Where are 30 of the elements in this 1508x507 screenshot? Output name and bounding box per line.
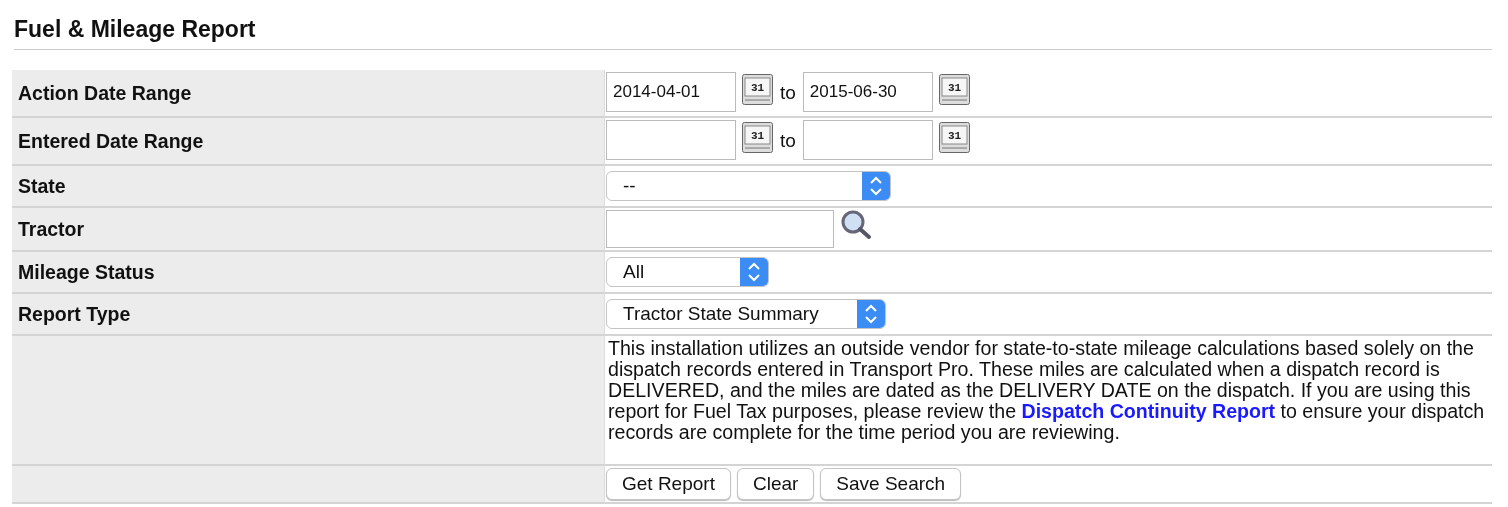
date-field[interactable] [606,120,736,160]
calendar-icon[interactable]: 31 [742,122,773,153]
field-label: State [12,166,604,208]
field-label: Tractor [12,208,604,252]
page-title: Fuel & Mileage Report [14,12,1492,50]
action-button[interactable]: Clear [736,468,815,500]
dropdown[interactable]: All [606,257,769,287]
range-separator: to [780,82,796,104]
tractor-field[interactable] [606,210,834,248]
search-icon[interactable] [840,210,872,240]
action-button[interactable]: Get Report [606,468,731,500]
field-label: Mileage Status [12,252,604,294]
date-field[interactable] [802,120,933,160]
stepper-icon [740,258,768,286]
calendar-icon[interactable]: 31 [742,74,773,105]
dropdown[interactable]: Tractor State Summary [606,299,886,329]
stepper-icon [862,172,890,200]
calendar-icon[interactable]: 31 [938,74,970,105]
dropdown[interactable]: -- [606,171,891,201]
info-paragraph: This installation utilizes an outside vendor for state-to-state mileage calculations based solely on the dispatch records entered in Transport Pro. These miles are calculated when a dispatch record is DELIVERED, and the miles are dated as the DELIVERY DATE on the dispatch. If you are using this report for Fuel Tax purposes, please review the Dispatch Continuity Report to ensure your dispatch records are complete for the time period you are reviewing. [607,338,1486,443]
date-field[interactable]: 2014-04-01 [606,72,736,112]
action-button[interactable]: Save Search [820,468,962,500]
calendar-icon[interactable]: 31 [938,122,970,153]
field-label: Report Type [12,294,604,336]
field-label: Action Date Range [12,70,604,118]
report-link[interactable]: Dispatch Continuity Report [1021,400,1276,422]
stepper-icon [857,300,885,328]
date-field[interactable]: 2015-06-30 [802,72,933,112]
range-separator: to [780,130,796,152]
field-label: Entered Date Range [12,118,604,166]
